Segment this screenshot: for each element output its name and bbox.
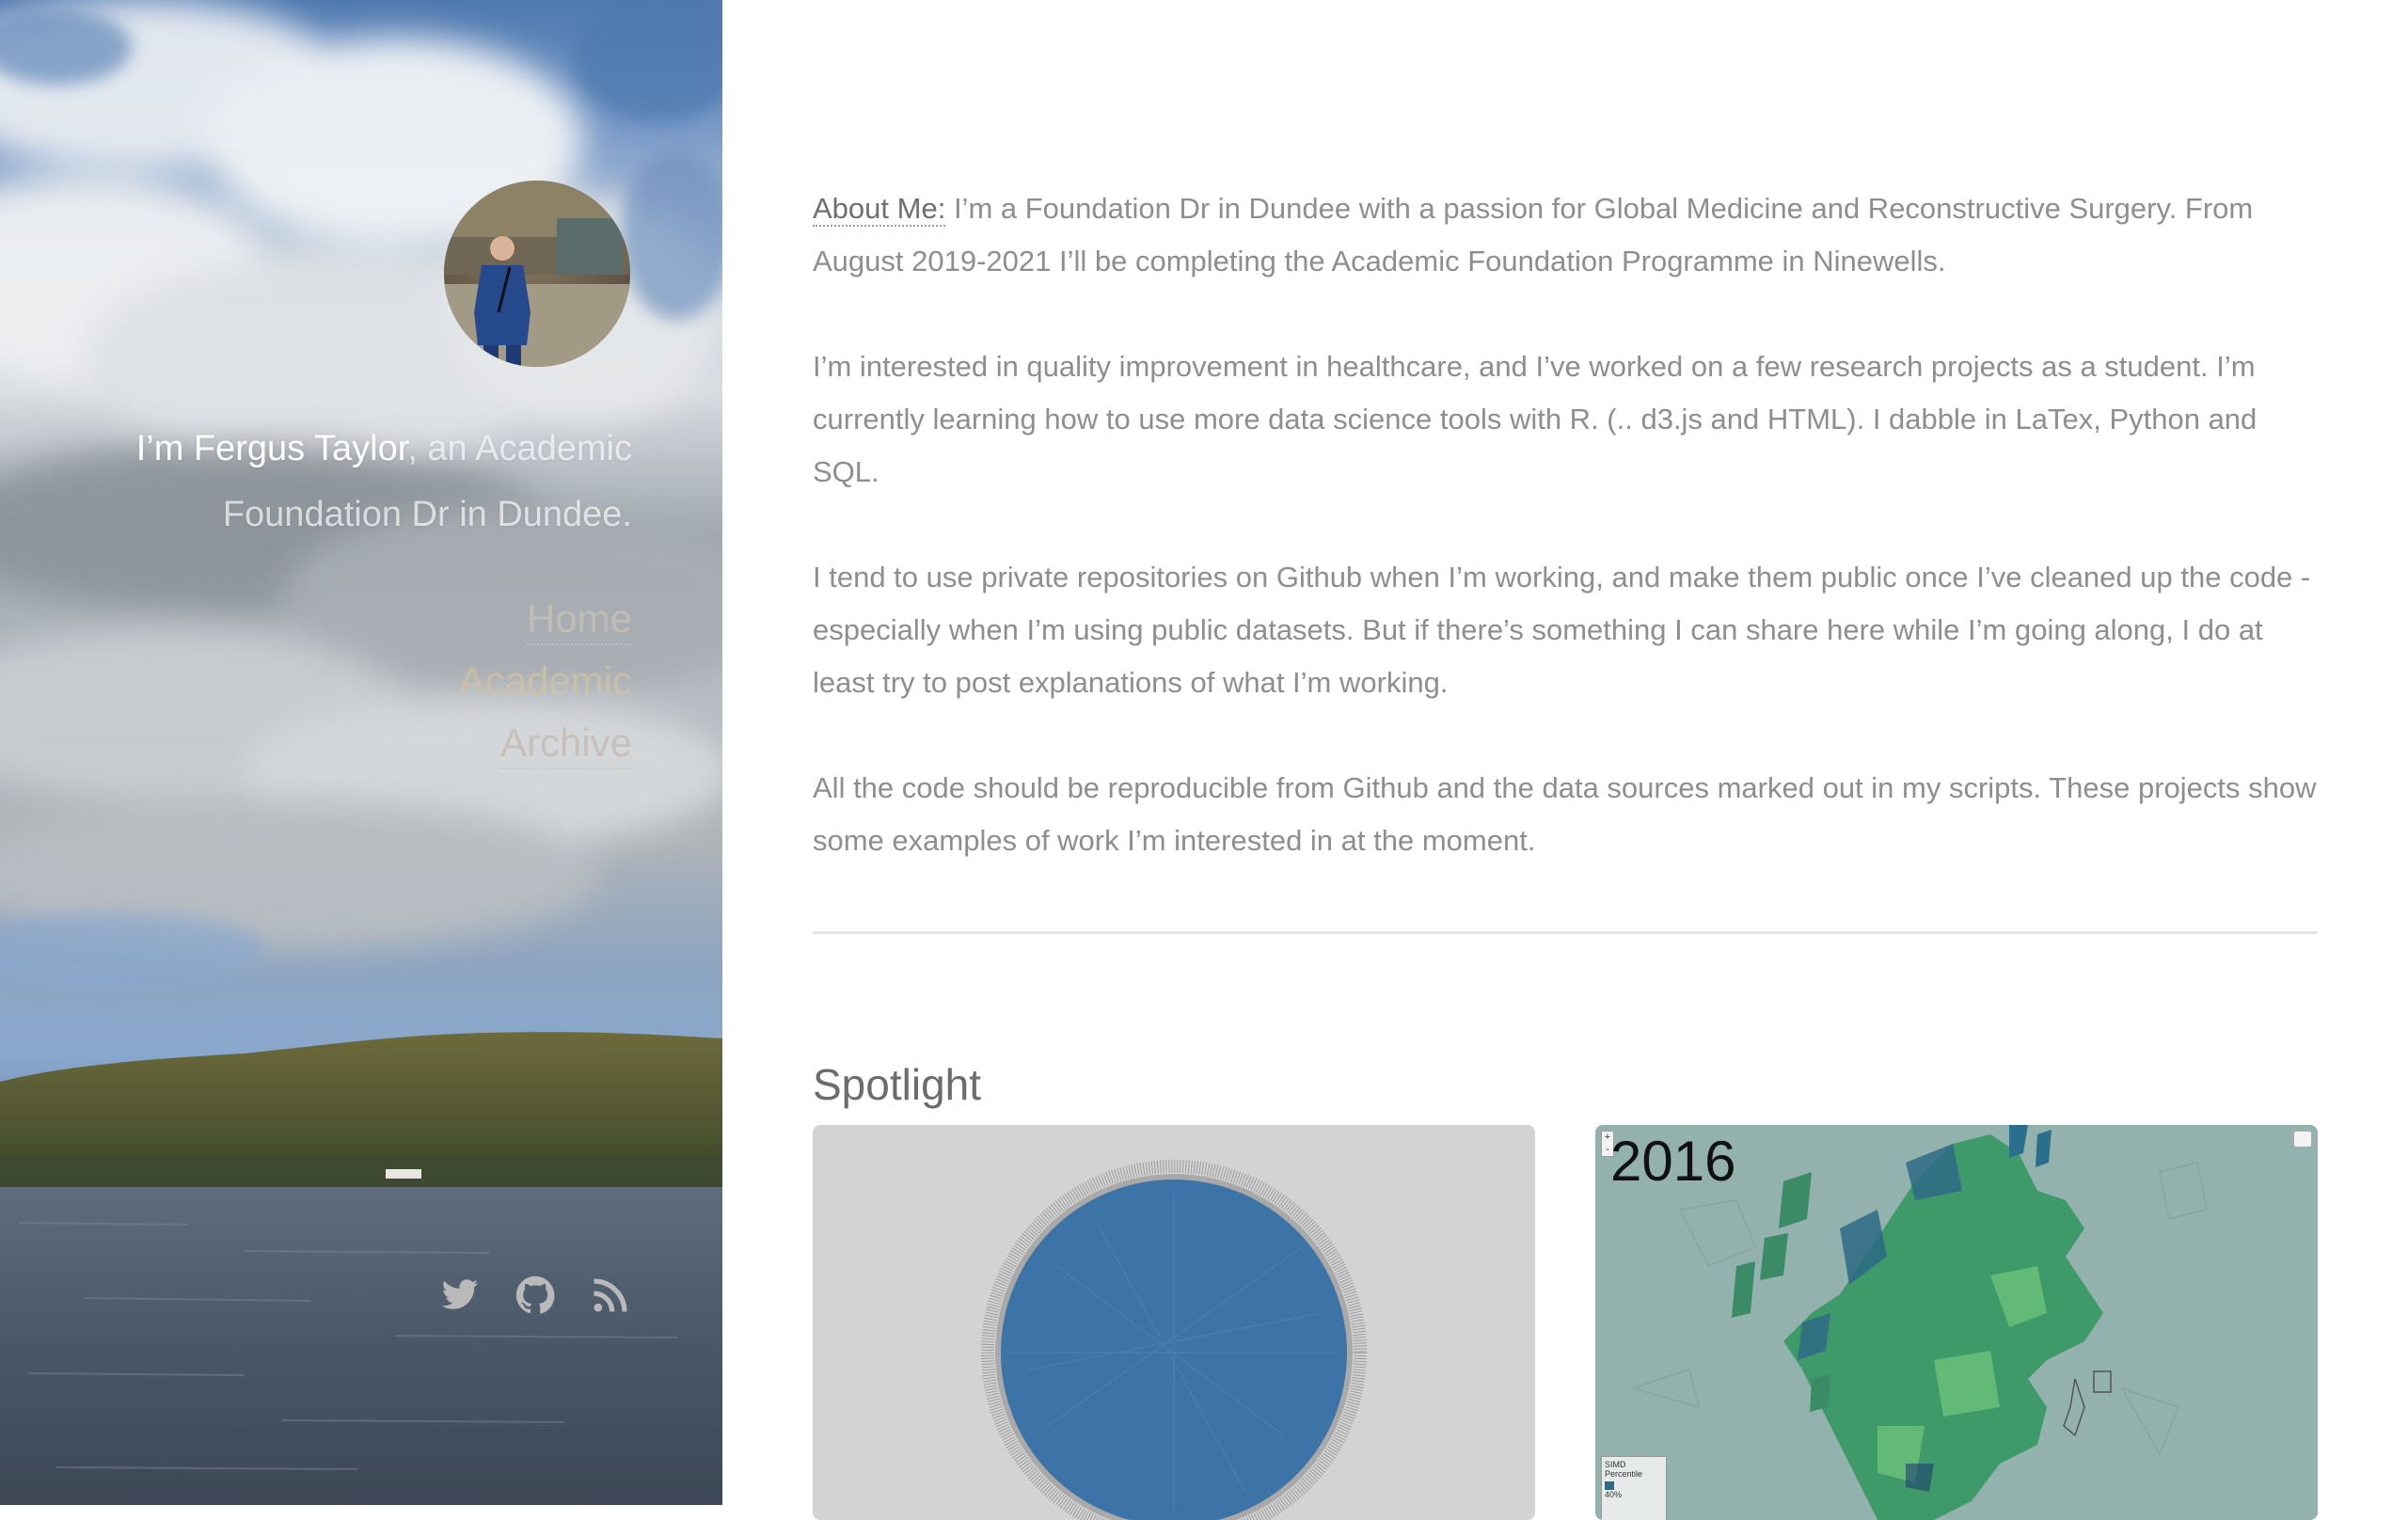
nav-link-home[interactable]: Home (526, 594, 632, 645)
spotlight-card-map[interactable]: + - 2016 SIMD Percentile 40% (1595, 1125, 2318, 1520)
twitter-icon[interactable] (440, 1275, 480, 1315)
about-paragraph-2: I’m interested in quality improvement in… (813, 350, 2258, 488)
rss-icon[interactable] (591, 1275, 630, 1315)
map-year-label: 2016 (1610, 1130, 1736, 1193)
sidebar: I’m Fergus Taylor, an Academic Foundatio… (0, 0, 722, 1505)
zoom-out-button[interactable]: - (1606, 1144, 1609, 1155)
legend-item: 40% (1605, 1490, 1623, 1499)
sidebar-intro: I’m Fergus Taylor, an Academic Foundatio… (94, 416, 632, 547)
main-content: About Me: I’m a Foundation Dr in Dundee … (722, 0, 2408, 1520)
avatar (444, 181, 630, 367)
spotlight-heading: Spotlight (813, 1060, 982, 1109)
layers-icon[interactable] (2293, 1131, 2312, 1148)
about-me-link[interactable]: About Me: (813, 192, 946, 227)
map-legend: SIMD Percentile 40% (1601, 1456, 1667, 1520)
about-paragraph-4: All the code should be reproducible from… (813, 771, 2317, 857)
sidebar-nav: Home Academic Archive (458, 594, 632, 781)
section-divider (813, 931, 2318, 934)
nav-link-academic[interactable]: Academic (458, 657, 632, 707)
about-paragraph-1: About Me: I’m a Foundation Dr in Dundee … (813, 182, 2318, 288)
about-section: About Me: I’m a Foundation Dr in Dundee … (813, 182, 2318, 920)
paragraph-text: I’m a Foundation Dr in Dundee with a pas… (813, 192, 2254, 277)
intro-text-1: , an Academic (407, 429, 632, 468)
avatar-photo (444, 181, 630, 367)
circle-visualisation-image (981, 1160, 1367, 1520)
github-icon[interactable] (515, 1275, 555, 1315)
intro-text-2: Foundation Dr in Dundee. (222, 495, 632, 534)
legend-title: SIMD Percentile (1605, 1460, 1643, 1479)
spotlight-card-circle[interactable] (813, 1125, 1535, 1520)
legend-swatch (1605, 1481, 1614, 1490)
author-name: I’m Fergus Taylor (135, 429, 408, 468)
social-links (440, 1275, 630, 1315)
nav-link-archive[interactable]: Archive (499, 719, 632, 769)
about-paragraph-3: I tend to use private repositories on Gi… (813, 561, 2311, 699)
